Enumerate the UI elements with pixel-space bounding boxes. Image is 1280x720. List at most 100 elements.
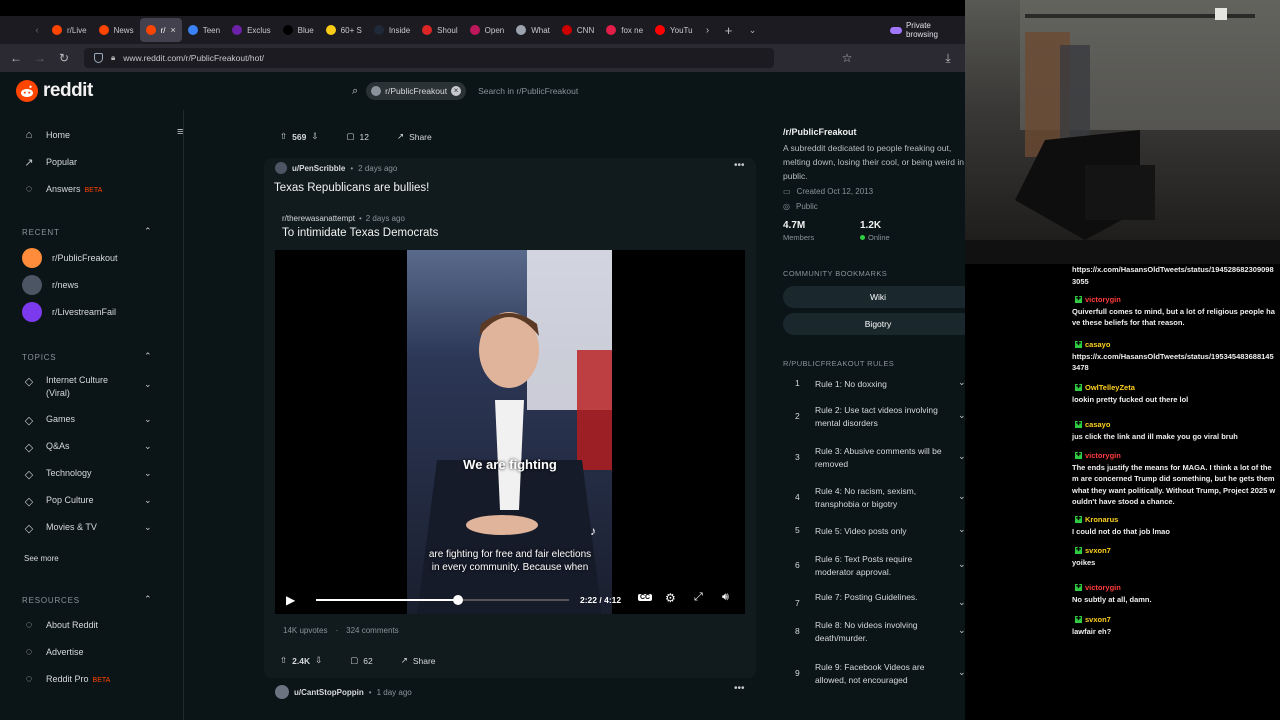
recent-community[interactable]: r/LivestreamFail <box>22 302 116 322</box>
progress-track[interactable] <box>316 595 569 605</box>
bookmark-button[interactable]: Wiki <box>783 286 965 308</box>
captions-icon[interactable]: CC <box>638 594 653 601</box>
browser-tab[interactable]: News <box>93 18 140 42</box>
chevron-down-icon[interactable]: ⌄ <box>144 414 152 425</box>
crosspost-subreddit[interactable]: r/therewasanattempt <box>282 214 355 223</box>
downvote-icon[interactable]: ⇩ <box>311 131 318 142</box>
browser-tab[interactable]: Teen <box>182 18 226 42</box>
vote-control[interactable]: ⇧ 2.4K ⇩ <box>280 655 322 666</box>
upvote-icon[interactable]: ⇧ <box>280 655 287 666</box>
topic-item[interactable]: ◇ Q&As <box>22 440 118 454</box>
chevron-down-icon[interactable]: ⌄ <box>144 522 152 533</box>
browser-tab[interactable]: Open <box>464 18 511 42</box>
recent-collapse-icon[interactable]: ⌃ <box>144 226 152 237</box>
chevron-down-icon[interactable]: ⌄ <box>958 377 965 388</box>
fullscreen-icon[interactable]: ⤢ <box>694 591 703 604</box>
topics-collapse-icon[interactable]: ⌃ <box>144 351 152 362</box>
topic-item[interactable]: ◇ Games <box>22 413 118 427</box>
chevron-down-icon[interactable]: ⌄ <box>958 597 965 608</box>
downloads-icon[interactable]: ⤓ <box>936 51 960 66</box>
chat-username[interactable]: svxon7 <box>1085 614 1111 626</box>
chevron-down-icon[interactable]: ⌄ <box>958 524 965 535</box>
post-title[interactable]: Texas Republicans are bullies! <box>274 182 429 194</box>
recent-community[interactable]: r/PublicFreakout <box>22 248 118 268</box>
video-player[interactable]: We are fighting are fighting for free an… <box>275 250 745 614</box>
vote-control[interactable]: ⇧ 569 ⇩ <box>280 131 318 142</box>
new-tab-icon[interactable]: + <box>717 23 741 38</box>
bookmark-star-icon[interactable]: ☆ <box>835 51 859 65</box>
url-text[interactable]: www.reddit.com/r/PublicFreakout/hot/ <box>123 53 264 63</box>
address-bar[interactable]: 🔒︎ www.reddit.com/r/PublicFreakout/hot/ <box>84 48 774 68</box>
browser-tab[interactable]: YouTu <box>649 18 699 42</box>
chevron-down-icon[interactable]: ⌄ <box>958 625 965 636</box>
recent-community[interactable]: r/news <box>22 275 79 295</box>
chat-username[interactable]: OwlTelleyZeta <box>1085 382 1135 394</box>
chat-username[interactable]: victorygin <box>1085 582 1121 594</box>
chevron-down-icon[interactable]: ⌄ <box>958 491 965 502</box>
chevron-down-icon[interactable]: ⌄ <box>144 441 152 452</box>
next-post-options-icon[interactable]: ••• <box>734 683 745 694</box>
chat-username[interactable]: victorygin <box>1085 294 1121 306</box>
chat-username[interactable]: casayo <box>1085 419 1110 431</box>
search-community-chip[interactable]: r/PublicFreakout × <box>366 82 467 100</box>
crosspost-title[interactable]: To intimidate Texas Democrats <box>282 227 438 239</box>
chevron-down-icon[interactable]: ⌄ <box>958 410 965 421</box>
topic-item[interactable]: ◇ Technology <box>22 467 118 481</box>
topic-item[interactable]: ◇ Movies & TV <box>22 521 118 535</box>
author-avatar[interactable] <box>275 685 289 699</box>
topic-item[interactable]: ◇ Internet Culture (Viral) <box>22 374 118 400</box>
chip-clear-icon[interactable]: × <box>451 86 462 96</box>
chat-username[interactable]: Kronarus <box>1085 514 1118 526</box>
comments-button[interactable]: ▢ 12 <box>346 131 369 142</box>
reload-icon[interactable]: ↻ <box>52 51 76 65</box>
comments-button[interactable]: ▢ 62 <box>350 655 373 666</box>
browser-tab[interactable]: fox ne <box>600 18 649 42</box>
progress-knob[interactable] <box>452 595 463 605</box>
chevron-down-icon[interactable]: ⌄ <box>144 495 152 506</box>
chevron-down-icon[interactable]: ⌄ <box>958 667 965 678</box>
resources-collapse-icon[interactable]: ⌃ <box>144 594 152 605</box>
share-button[interactable]: ↗ Share <box>397 131 432 142</box>
bookmark-button[interactable]: Bigotry <box>783 313 965 335</box>
search-input[interactable]: Search in r/PublicFreakout <box>478 86 578 96</box>
sidebar-collapse-icon[interactable]: ≡ <box>177 126 183 138</box>
browser-tab[interactable]: r/ × <box>139 18 182 42</box>
browser-tab[interactable]: What <box>510 18 556 42</box>
browser-tab[interactable]: CNN <box>556 18 600 42</box>
chevron-down-icon[interactable]: ⌄ <box>144 379 152 390</box>
chat-username[interactable]: casayo <box>1085 339 1110 351</box>
next-post-author[interactable]: u/CantStopPoppin <box>294 688 364 697</box>
topic-item[interactable]: ◇ Pop Culture <box>22 494 118 508</box>
chevron-down-icon[interactable]: ⌄ <box>958 559 965 570</box>
tab-scroll-left-icon[interactable]: ‹ <box>28 25 46 36</box>
shield-icon[interactable] <box>94 53 103 63</box>
browser-tab[interactable]: Shoul <box>416 18 463 42</box>
tab-close-icon[interactable]: × <box>170 25 175 35</box>
volume-icon[interactable]: 🔊︎ <box>722 591 729 604</box>
sidebar-item-home[interactable]: ⌂ Home <box>22 128 70 142</box>
sidebar-item-popular[interactable]: ↗ Popular <box>22 155 77 169</box>
sidebar-item-answers[interactable]: ◌ Answers BETA <box>22 182 103 196</box>
resource-item[interactable]: ◌ Advertise <box>22 645 84 659</box>
browser-tab[interactable]: 60+ S <box>320 18 368 42</box>
author-avatar[interactable] <box>275 162 287 174</box>
upvote-icon[interactable]: ⇧ <box>280 131 287 142</box>
share-button[interactable]: ↗ Share <box>401 655 436 666</box>
downvote-icon[interactable]: ⇩ <box>315 655 322 666</box>
see-more-link[interactable]: See more <box>24 554 59 563</box>
resource-item[interactable]: ◌ About Reddit <box>22 618 98 632</box>
comments-text[interactable]: 324 comments <box>346 626 398 635</box>
forward-arrow-icon[interactable]: → <box>28 51 52 65</box>
post-author[interactable]: u/PenScribble <box>292 164 345 173</box>
lock-icon[interactable]: 🔒︎ <box>111 53 115 63</box>
chat-username[interactable]: victorygin <box>1085 450 1121 462</box>
chevron-down-icon[interactable]: ⌄ <box>144 468 152 479</box>
back-arrow-icon[interactable]: ← <box>4 51 28 65</box>
chat-username[interactable]: svxon7 <box>1085 545 1111 557</box>
post-card[interactable]: u/PenScribble • 2 days ago ••• Texas Rep… <box>264 158 756 678</box>
reddit-logo[interactable]: reddit <box>16 80 93 102</box>
browser-tab[interactable]: Blue <box>277 18 320 42</box>
browser-tab[interactable]: r/Live <box>46 18 93 42</box>
browser-tab[interactable]: Exclus <box>226 18 277 42</box>
search-bar[interactable]: ⌕ r/PublicFreakout × Search in r/PublicF… <box>352 80 578 102</box>
